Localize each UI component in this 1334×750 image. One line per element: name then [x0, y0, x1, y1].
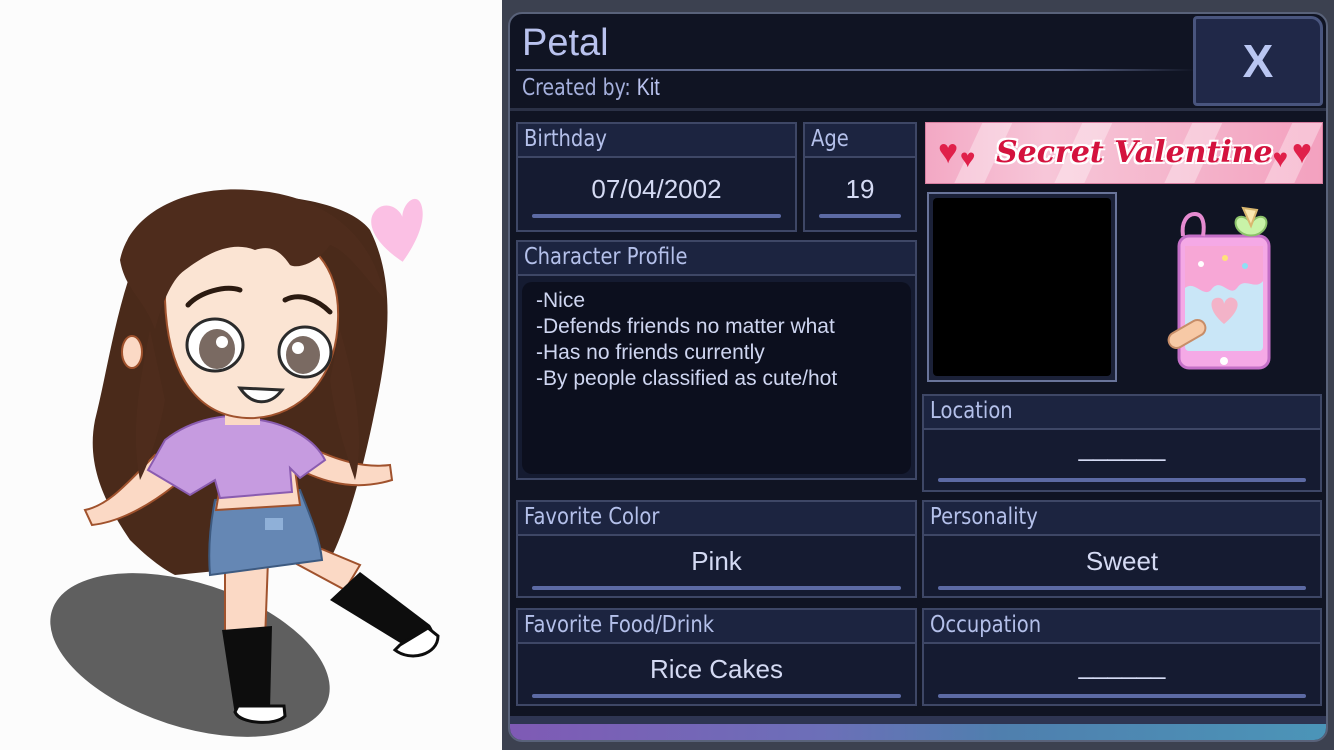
favorite-food-label: Favorite Food/Drink: [524, 612, 715, 638]
favorite-color-underline: [532, 586, 901, 590]
favorite-food-underline: [532, 694, 901, 698]
location-value: ______: [1078, 432, 1166, 462]
heart-icon: ♥: [1272, 143, 1288, 173]
redacted-image: [933, 198, 1111, 376]
creator-name: Kit: [636, 74, 660, 101]
personality-value: Sweet: [1085, 546, 1159, 576]
character-photo[interactable]: [927, 192, 1117, 382]
occupation-label: Occupation: [930, 612, 1042, 638]
age-value: 19: [845, 174, 875, 204]
favorite-food-value: Rice Cakes: [650, 654, 783, 684]
bottom-gradient-bar: [510, 716, 1326, 740]
occupation-value: ______: [1078, 650, 1166, 680]
personality-label: Personality: [930, 504, 1038, 530]
character-profile-label: Character Profile: [524, 244, 688, 270]
favorite-food-field[interactable]: Favorite Food/Drink Rice Cakes: [516, 608, 917, 706]
profile-line: -Nice: [536, 289, 586, 312]
favorite-color-value: Pink: [691, 546, 742, 576]
character-illustration: [50, 189, 440, 737]
personality-underline: [938, 586, 1306, 590]
location-underline: [938, 478, 1306, 482]
favorite-color-field[interactable]: Favorite Color Pink: [516, 500, 917, 598]
close-button[interactable]: X: [1193, 16, 1323, 106]
secret-valentine-banner: ♥ ♥ Secret Valentine ♥ ♥: [925, 122, 1323, 184]
heart-icon: ♥: [960, 143, 976, 173]
birthday-field[interactable]: Birthday 07/04/2002: [516, 122, 797, 232]
title-divider: [516, 69, 1196, 71]
age-underline: [819, 214, 901, 218]
banner-text: Secret Valentine: [996, 135, 1273, 170]
created-by: Created by: Kit: [522, 74, 660, 102]
personality-field[interactable]: Personality Sweet: [922, 500, 1322, 598]
birthday-underline: [532, 214, 781, 218]
character-name: Petal: [522, 22, 609, 64]
profile-line: -By people classified as cute/hot: [536, 367, 838, 390]
age-label: Age: [811, 126, 849, 152]
header-divider: [510, 108, 1326, 111]
heart-icon: ♥: [1291, 133, 1312, 171]
location-label: Location: [930, 398, 1013, 424]
occupation-underline: [938, 694, 1306, 698]
birthday-value: 07/04/2002: [591, 174, 722, 204]
profile-card: Petal Created by: Kit X Birthday 07/04/2…: [508, 12, 1328, 742]
occupation-field[interactable]: Occupation ______: [922, 608, 1322, 706]
profile-panel: Petal Created by: Kit X Birthday 07/04/2…: [502, 0, 1334, 750]
character-profile-text[interactable]: -Nice -Defends friends no matter what -H…: [522, 282, 911, 474]
location-field[interactable]: Location ______: [922, 394, 1322, 492]
x-icon: X: [1242, 35, 1274, 87]
profile-line: -Has no friends currently: [536, 341, 765, 364]
age-field[interactable]: Age 19: [803, 122, 917, 232]
phone-icon: [1167, 206, 1271, 370]
character-stage: [0, 0, 502, 750]
favorite-color-label: Favorite Color: [524, 504, 660, 530]
character-profile-field[interactable]: Character Profile -Nice -Defends friends…: [516, 240, 917, 480]
birthday-label: Birthday: [524, 126, 607, 152]
created-by-label: Created by:: [522, 75, 631, 101]
profile-line: -Defends friends no matter what: [536, 315, 835, 338]
heart-icon: ♥: [938, 133, 959, 171]
